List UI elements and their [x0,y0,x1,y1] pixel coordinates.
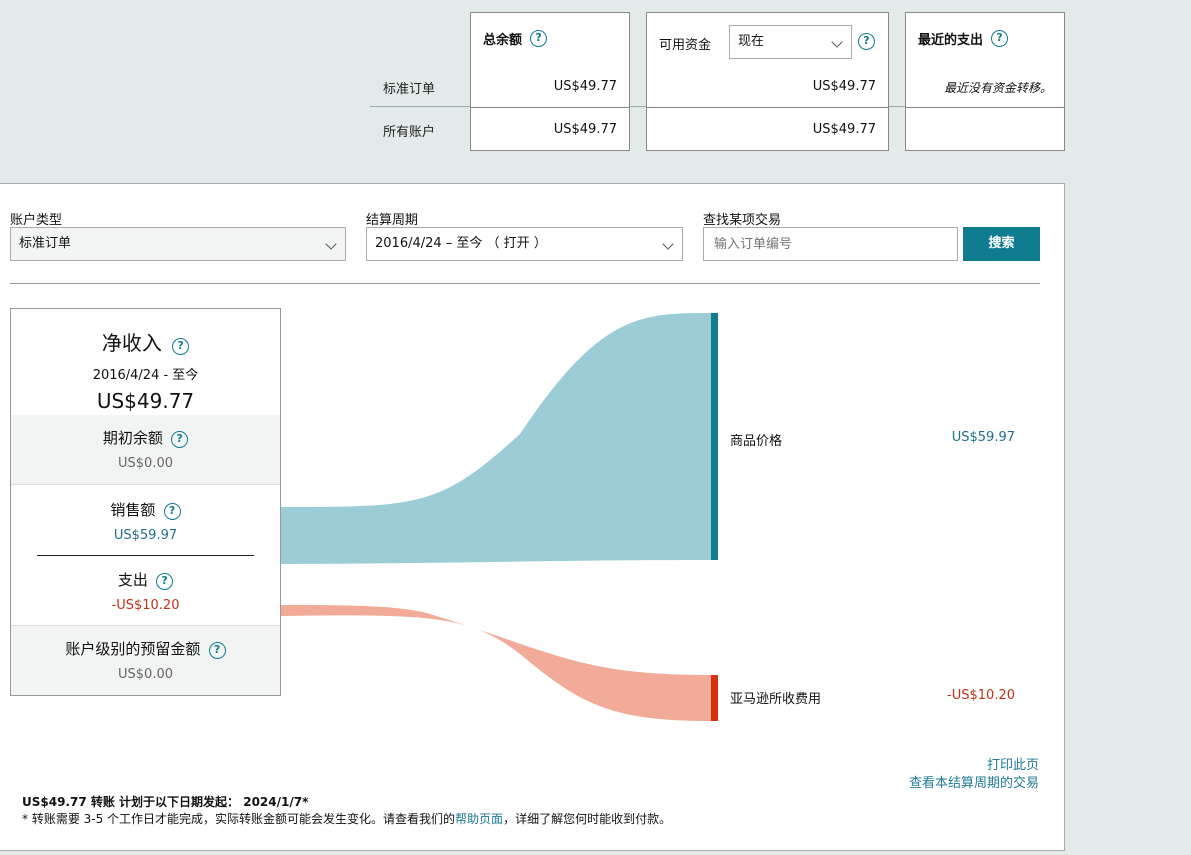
product-bar [711,313,718,560]
available-funds-select[interactable]: 现在 [729,25,852,59]
amazon-fees-value: -US$10.20 [947,688,1015,703]
recent-payout-box: 最近的支出? 最近没有资金转移。 [905,12,1065,151]
product-flow [281,313,711,564]
total-balance-standard: US$49.77 [553,79,617,94]
row-label-all: 所有账户 [383,125,436,140]
help-page-link[interactable]: 帮助页面 [455,812,503,826]
product-price-value: US$59.97 [951,430,1015,445]
recent-payout-message: 最近没有资金转移。 [943,81,1052,95]
total-balance-title: 总余额 [483,33,523,48]
recent-payout-title: 最近的支出 [918,33,984,48]
divider [471,107,629,108]
available-funds-title: 可用资金 [659,38,712,53]
help-icon[interactable]: ? [530,30,548,47]
fees-flow [281,605,711,721]
flow-diagram [281,313,718,721]
available-funds-all: US$49.77 [812,122,876,137]
product-price-label: 商品价格 [730,434,783,449]
row-label-standard: 标准订单 [383,82,436,97]
transfer-note-text-end: ，详细了解您何时能收到付款。 [503,812,672,826]
available-funds-select-value: 现在 [738,34,765,49]
available-funds-standard: US$49.77 [812,79,876,94]
transfer-note: * 转账需要 3-5 个工作日才能完成，实际转账金额可能会发生变化。请查看我们的… [22,810,671,827]
transfer-note-text: * 转账需要 3-5 个工作日才能完成，实际转账金额可能会发生变化。请查看我们的 [22,812,456,826]
total-balance-box: 总余额? US$49.77 US$49.77 [470,12,630,151]
total-balance-all: US$49.77 [553,122,617,137]
divider [647,107,888,108]
view-transactions-link[interactable]: 查看本结算周期的交易 [909,772,1039,791]
help-icon[interactable]: ? [991,30,1009,47]
divider [906,107,1064,108]
fees-bar [711,675,718,721]
transfer-schedule: US$49.77 转账 计划于以下日期发起： 2024/1/7* [22,795,309,809]
statement-card: 账户类型 标准订单 结算周期 2016/4/24 – 至今 （ 打开 ） 查找某… [0,183,1065,851]
chevron-down-icon [831,36,843,48]
amazon-fees-label: 亚马逊所收费用 [730,692,822,707]
print-page-link[interactable]: 打印此页 [987,754,1039,773]
help-icon[interactable]: ? [858,33,875,50]
available-funds-box: 可用资金 现在 ? US$49.77 US$49.77 [646,12,889,151]
